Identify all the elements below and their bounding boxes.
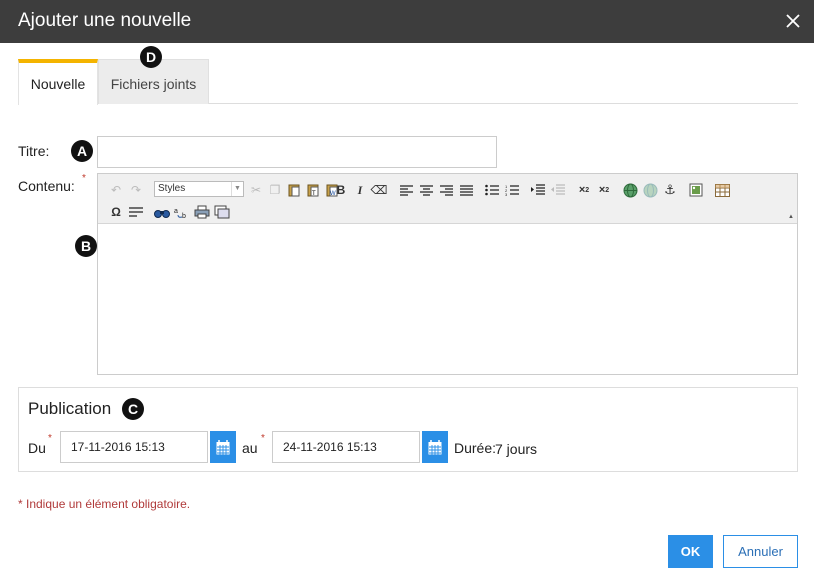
tab-bar: Nouvelle Fichiers joints <box>18 59 798 105</box>
collapse-toolbar-icon[interactable]: ▲ <box>788 214 794 220</box>
marker-b: B <box>75 235 97 257</box>
align-center-icon[interactable] <box>418 182 434 198</box>
unlink-icon[interactable] <box>642 182 658 198</box>
justify-icon[interactable] <box>458 182 474 198</box>
marker-c: C <box>122 398 144 420</box>
marker-a: A <box>71 140 93 162</box>
start-date-input[interactable]: 17-11-2016 15:13 <box>60 431 208 463</box>
svg-text:a: a <box>174 208 178 215</box>
editor-toolbar: ↶ ↷ Styles ▼ ✂ ❐ T W B I ⌫ 1 2 3 × 2 × 2… <box>98 174 797 224</box>
numbered-list-icon[interactable]: 123 <box>504 182 520 198</box>
contenu-label: Contenu: <box>18 178 75 194</box>
dialog-title: Ajouter une nouvelle <box>18 10 192 31</box>
svg-text:b: b <box>182 213 186 219</box>
italic-icon[interactable]: I <box>352 182 368 198</box>
duree-value: 7 jours <box>495 441 538 457</box>
tab-nouvelle[interactable]: Nouvelle <box>18 59 98 105</box>
paste-icon[interactable] <box>286 182 302 198</box>
paste-text-icon[interactable]: T <box>305 182 321 198</box>
bold-icon[interactable]: B <box>333 182 349 198</box>
svg-text:3: 3 <box>505 192 508 196</box>
titre-input[interactable] <box>97 136 497 168</box>
au-label: au <box>242 440 258 456</box>
cancel-button[interactable]: Annuler <box>723 535 798 568</box>
end-date-input[interactable]: 24-11-2016 15:13 <box>272 431 420 463</box>
svg-text:T: T <box>312 191 316 197</box>
ok-button[interactable]: OK <box>668 535 713 568</box>
special-char-icon[interactable]: Ω <box>108 204 124 220</box>
publication-title: Publication <box>28 399 112 418</box>
required-asterisk: * <box>48 433 52 444</box>
rich-text-editor: ↶ ↷ Styles ▼ ✂ ❐ T W B I ⌫ 1 2 3 × 2 × 2… <box>97 173 798 375</box>
find-icon[interactable] <box>154 204 170 220</box>
redo-icon[interactable]: ↷ <box>128 182 144 198</box>
subscript-icon[interactable]: × 2 <box>576 182 592 198</box>
required-asterisk: * <box>261 433 265 444</box>
indent-icon[interactable] <box>530 182 546 198</box>
calendar-icon <box>216 439 230 455</box>
preview-icon[interactable] <box>214 204 230 220</box>
bullet-list-icon[interactable] <box>484 182 500 198</box>
close-icon[interactable] <box>782 10 804 32</box>
calendar-icon <box>428 439 442 455</box>
anchor-icon[interactable]: ⚓ <box>662 182 678 198</box>
required-note: * Indique un élément obligatoire. <box>18 497 191 511</box>
required-asterisk: * <box>82 173 86 184</box>
link-icon[interactable] <box>622 182 638 198</box>
duree-label: Durée: <box>454 440 497 456</box>
print-icon[interactable] <box>194 204 210 220</box>
dialog-titlebar: Ajouter une nouvelle <box>0 0 814 43</box>
end-date-calendar-button[interactable] <box>422 431 448 463</box>
publication-section: Publication C Du * 17-11-2016 15:13 au *… <box>18 387 798 472</box>
remove-format-icon[interactable]: ⌫ <box>371 182 388 198</box>
marker-d: D <box>140 46 162 68</box>
replace-icon[interactable]: ab <box>174 204 190 220</box>
editor-content-area[interactable] <box>98 225 797 374</box>
start-date-calendar-button[interactable] <box>210 431 236 463</box>
align-right-icon[interactable] <box>438 182 454 198</box>
superscript-icon[interactable]: × 2 <box>596 182 612 198</box>
outdent-icon[interactable] <box>550 182 566 198</box>
copy-icon[interactable]: ❐ <box>267 182 283 198</box>
horizontal-rule-icon[interactable] <box>128 204 144 220</box>
styles-select[interactable]: Styles ▼ <box>154 181 244 197</box>
chevron-down-icon: ▼ <box>231 182 243 196</box>
titre-label: Titre: <box>18 143 50 159</box>
du-label: Du <box>28 440 46 456</box>
styles-select-label: Styles <box>158 183 186 194</box>
image-icon[interactable] <box>688 182 704 198</box>
undo-icon[interactable]: ↶ <box>108 182 124 198</box>
cut-icon[interactable]: ✂ <box>248 182 264 198</box>
table-icon[interactable] <box>714 182 730 198</box>
align-left-icon[interactable] <box>398 182 414 198</box>
